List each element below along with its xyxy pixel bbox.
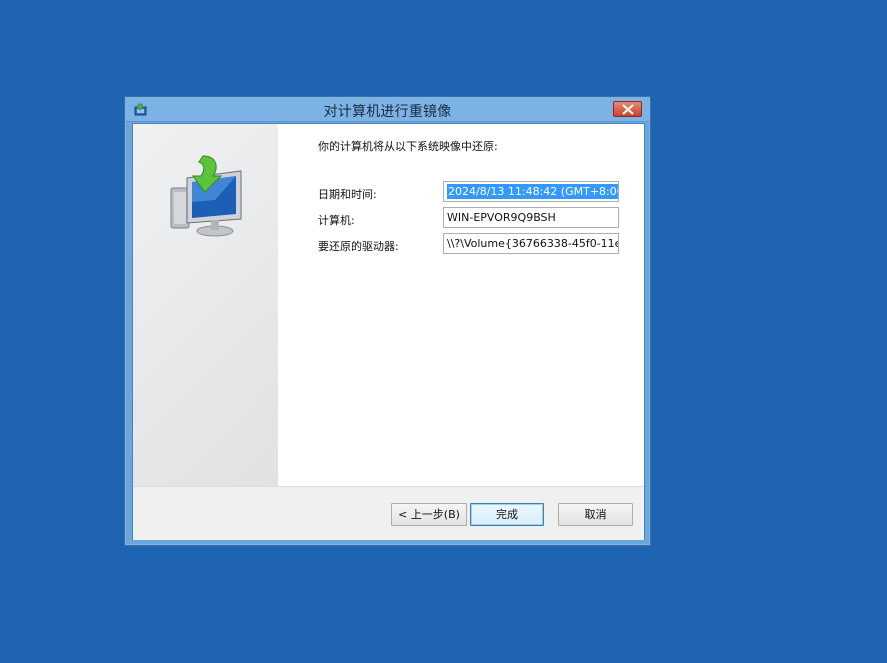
intro-text: 你的计算机将从以下系统映像中还原: [318,140,498,153]
datetime-label: 日期和时间: [318,188,377,201]
cancel-button[interactable]: 取消 [558,503,633,526]
desktop: 对计算机进行重镜像 你的计算机将从以下系统映像中还原: 日期和时间: 2024/… [0,0,887,663]
computer-label: 计算机: [318,214,355,227]
title-bar[interactable]: 对计算机进行重镜像 [125,97,650,122]
datetime-value: 2024/8/13 11:48:42 (GMT+8:00) [447,184,618,199]
wizard-footer: < 上一步(B) 完成 取消 [133,486,644,540]
wizard-side-panel [133,124,278,486]
computer-field[interactable]: WIN-EPVOR9Q9BSH [443,207,619,228]
dialog-title: 对计算机进行重镜像 [323,104,452,120]
drive-field[interactable]: \\?\Volume{36766338-45f0-11ec- [443,233,619,254]
back-button[interactable]: < 上一步(B) [391,503,467,526]
finish-button[interactable]: 完成 [470,503,544,526]
drive-value: \\?\Volume{36766338-45f0-11ec- [447,237,619,250]
datetime-field[interactable]: 2024/8/13 11:48:42 (GMT+8:00) [443,181,619,202]
drive-label: 要还原的驱动器: [318,240,399,253]
dialog-client-area: 你的计算机将从以下系统映像中还原: 日期和时间: 2024/8/13 11:48… [132,123,645,540]
wizard-content: 你的计算机将从以下系统映像中还原: 日期和时间: 2024/8/13 11:48… [278,124,644,486]
reimage-dialog: 对计算机进行重镜像 你的计算机将从以下系统映像中还原: 日期和时间: 2024/… [124,96,651,546]
computer-value: WIN-EPVOR9Q9BSH [447,211,556,224]
close-button[interactable] [613,101,642,117]
computer-restore-icon [163,152,253,246]
close-icon [622,104,634,115]
